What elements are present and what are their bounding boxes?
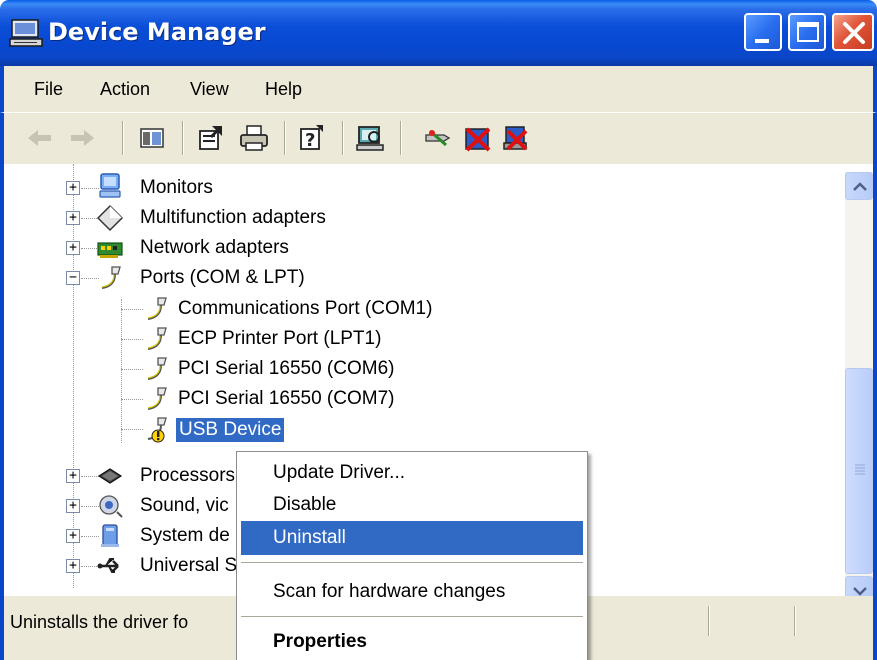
port-icon — [147, 387, 167, 410]
status-text: Uninstalls the driver fo — [10, 612, 189, 632]
chevron-up-icon — [853, 182, 867, 191]
expand-toggle[interactable]: + — [66, 241, 80, 255]
tree-item-com6[interactable]: PCI Serial 16550 (COM6) — [178, 354, 394, 384]
monitor-icon — [99, 173, 121, 198]
minimize-icon — [755, 39, 769, 43]
expand-toggle[interactable]: + — [66, 559, 80, 573]
expand-toggle[interactable]: + — [66, 499, 80, 513]
show-hide-console-tree-icon[interactable] — [136, 123, 168, 153]
grip-icon — [855, 464, 865, 475]
forward-icon[interactable] — [66, 123, 98, 153]
toolbar-separator — [182, 121, 184, 155]
port-icon — [147, 327, 167, 350]
menu-separator — [241, 616, 583, 617]
tree-item-monitors[interactable]: Monitors — [140, 173, 213, 203]
multifunction-icon — [96, 204, 124, 232]
menu-separator — [241, 562, 583, 563]
tree-item-usb-device[interactable]: USB Device — [176, 415, 285, 445]
port-icon — [147, 357, 167, 380]
tree-item-processors[interactable]: Processors — [140, 461, 235, 491]
expand-toggle[interactable]: + — [66, 529, 80, 543]
menu-action[interactable]: Action — [100, 79, 150, 100]
system-device-icon — [101, 524, 119, 547]
help-icon[interactable]: ? — [296, 123, 328, 153]
tree-item-lpt1[interactable]: ECP Printer Port (LPT1) — [178, 324, 381, 354]
tree-guide — [121, 369, 143, 370]
tree-guide — [121, 429, 143, 430]
menu-item-uninstall[interactable]: Uninstall — [241, 521, 583, 555]
context-menu: Update Driver... Disable Uninstall Scan … — [236, 451, 588, 660]
tree-item-com1[interactable]: Communications Port (COM1) — [178, 294, 432, 324]
back-icon[interactable] — [24, 123, 56, 153]
tree-item-system-devices[interactable]: System de — [140, 521, 230, 551]
tree-item-usb-controllers[interactable]: Universal S — [140, 551, 237, 581]
menu-item-properties[interactable]: Properties — [241, 625, 583, 659]
scroll-up-button[interactable] — [845, 172, 873, 200]
expand-toggle[interactable]: + — [66, 181, 80, 195]
title-bar: Device Manager — [0, 0, 877, 66]
close-icon — [843, 22, 865, 44]
device-manager-icon — [9, 19, 43, 47]
tree-guide — [121, 309, 143, 310]
menu-item-scan-hardware[interactable]: Scan for hardware changes — [241, 575, 583, 609]
update-driver-icon[interactable] — [422, 123, 454, 153]
print-icon[interactable] — [238, 123, 270, 153]
disable-icon[interactable] — [462, 123, 494, 153]
tree-guide — [121, 399, 143, 400]
menu-view[interactable]: View — [190, 79, 229, 100]
status-divider — [794, 606, 796, 636]
window-title: Device Manager — [48, 18, 266, 46]
svg-text:?: ? — [305, 130, 315, 151]
scan-hardware-icon[interactable] — [354, 123, 386, 153]
properties-icon[interactable] — [194, 123, 226, 153]
port-icon — [147, 297, 167, 320]
processor-icon — [97, 468, 123, 484]
menu-file[interactable]: File — [34, 79, 63, 100]
network-adapter-icon — [97, 242, 123, 258]
maximize-button[interactable] — [788, 13, 826, 51]
menu-help[interactable]: Help — [265, 79, 302, 100]
uninstall-icon[interactable] — [500, 123, 532, 153]
tree-item-ports[interactable]: Ports (COM & LPT) — [140, 263, 305, 293]
tree-guide — [121, 339, 143, 340]
status-divider — [708, 606, 710, 636]
toolbar: ? — [0, 112, 877, 164]
scroll-thumb[interactable] — [845, 368, 873, 574]
menu-bar: File Action View Help — [0, 66, 877, 112]
sound-icon — [99, 495, 123, 518]
menu-item-disable[interactable]: Disable — [241, 488, 583, 522]
expand-toggle[interactable]: + — [66, 211, 80, 225]
minimize-button[interactable] — [744, 13, 782, 51]
toolbar-separator — [284, 121, 286, 155]
tree-item-com7[interactable]: PCI Serial 16550 (COM7) — [178, 384, 394, 414]
maximize-icon — [797, 22, 819, 42]
port-warning-icon — [147, 417, 167, 443]
expand-toggle[interactable]: + — [66, 469, 80, 483]
vertical-scrollbar[interactable] — [845, 172, 873, 604]
tree-guide — [121, 299, 122, 443]
toolbar-separator — [342, 121, 344, 155]
toolbar-separator — [400, 121, 402, 155]
collapse-toggle[interactable]: − — [66, 271, 80, 285]
tree-guide — [73, 164, 74, 588]
tree-item-multifunction-adapters[interactable]: Multifunction adapters — [140, 203, 326, 233]
toolbar-separator — [122, 121, 124, 155]
menu-item-update-driver[interactable]: Update Driver... — [241, 456, 583, 490]
usb-icon — [97, 558, 119, 573]
tree-item-sound[interactable]: Sound, vic — [140, 491, 229, 521]
port-icon — [101, 266, 121, 289]
close-button[interactable] — [832, 13, 874, 51]
tree-item-network-adapters[interactable]: Network adapters — [140, 233, 289, 263]
